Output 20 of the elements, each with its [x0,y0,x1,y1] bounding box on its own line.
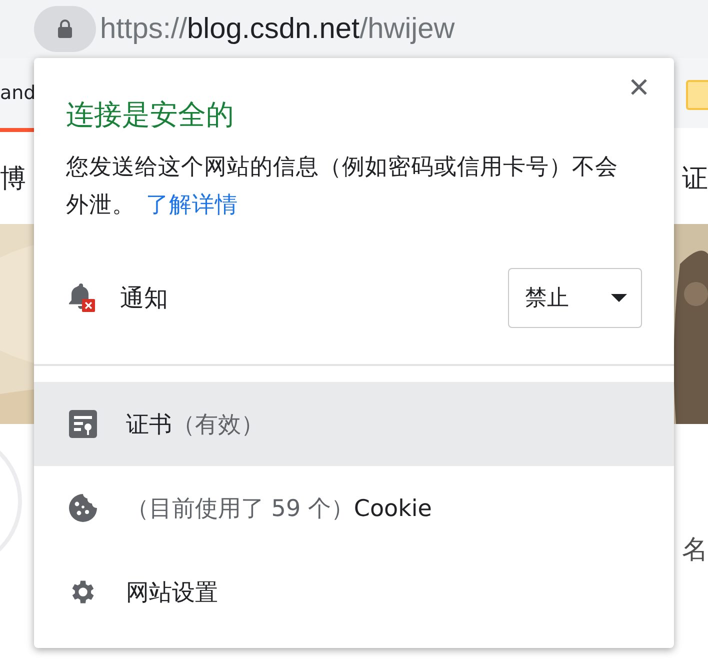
page-text: 博 [0,162,26,196]
page-text: 名 [682,534,708,567]
notification-blocked-icon [68,283,96,313]
menu-item[interactable]: （目前使用了 59 个）Cookie [34,466,674,550]
bookmark-item[interactable]: and [0,82,36,104]
learn-more-link[interactable]: 了解详情 [146,192,238,218]
permission-label: 通知 [120,283,169,314]
certificate-icon [68,409,98,439]
cookie-icon [68,493,98,523]
menu-item-label: 证书（有效） [126,410,264,440]
menu-item-label: （目前使用了 59 个）Cookie [126,494,432,524]
menu-item-label: 网站设置 [126,578,218,608]
menu-item[interactable]: 证书（有效） [34,382,674,466]
permission-dropdown[interactable]: 禁止 [508,268,642,328]
menu-item[interactable]: 网站设置 [34,550,674,634]
popup-title: 连接是安全的 [66,97,234,133]
security-description: 您发送给这个网站的信息（例如密码或信用卡号）不会外泄。 了解详情 [66,153,619,220]
lock-icon[interactable] [34,6,96,52]
caret-icon [611,294,627,302]
page-text: 证 [682,162,708,196]
